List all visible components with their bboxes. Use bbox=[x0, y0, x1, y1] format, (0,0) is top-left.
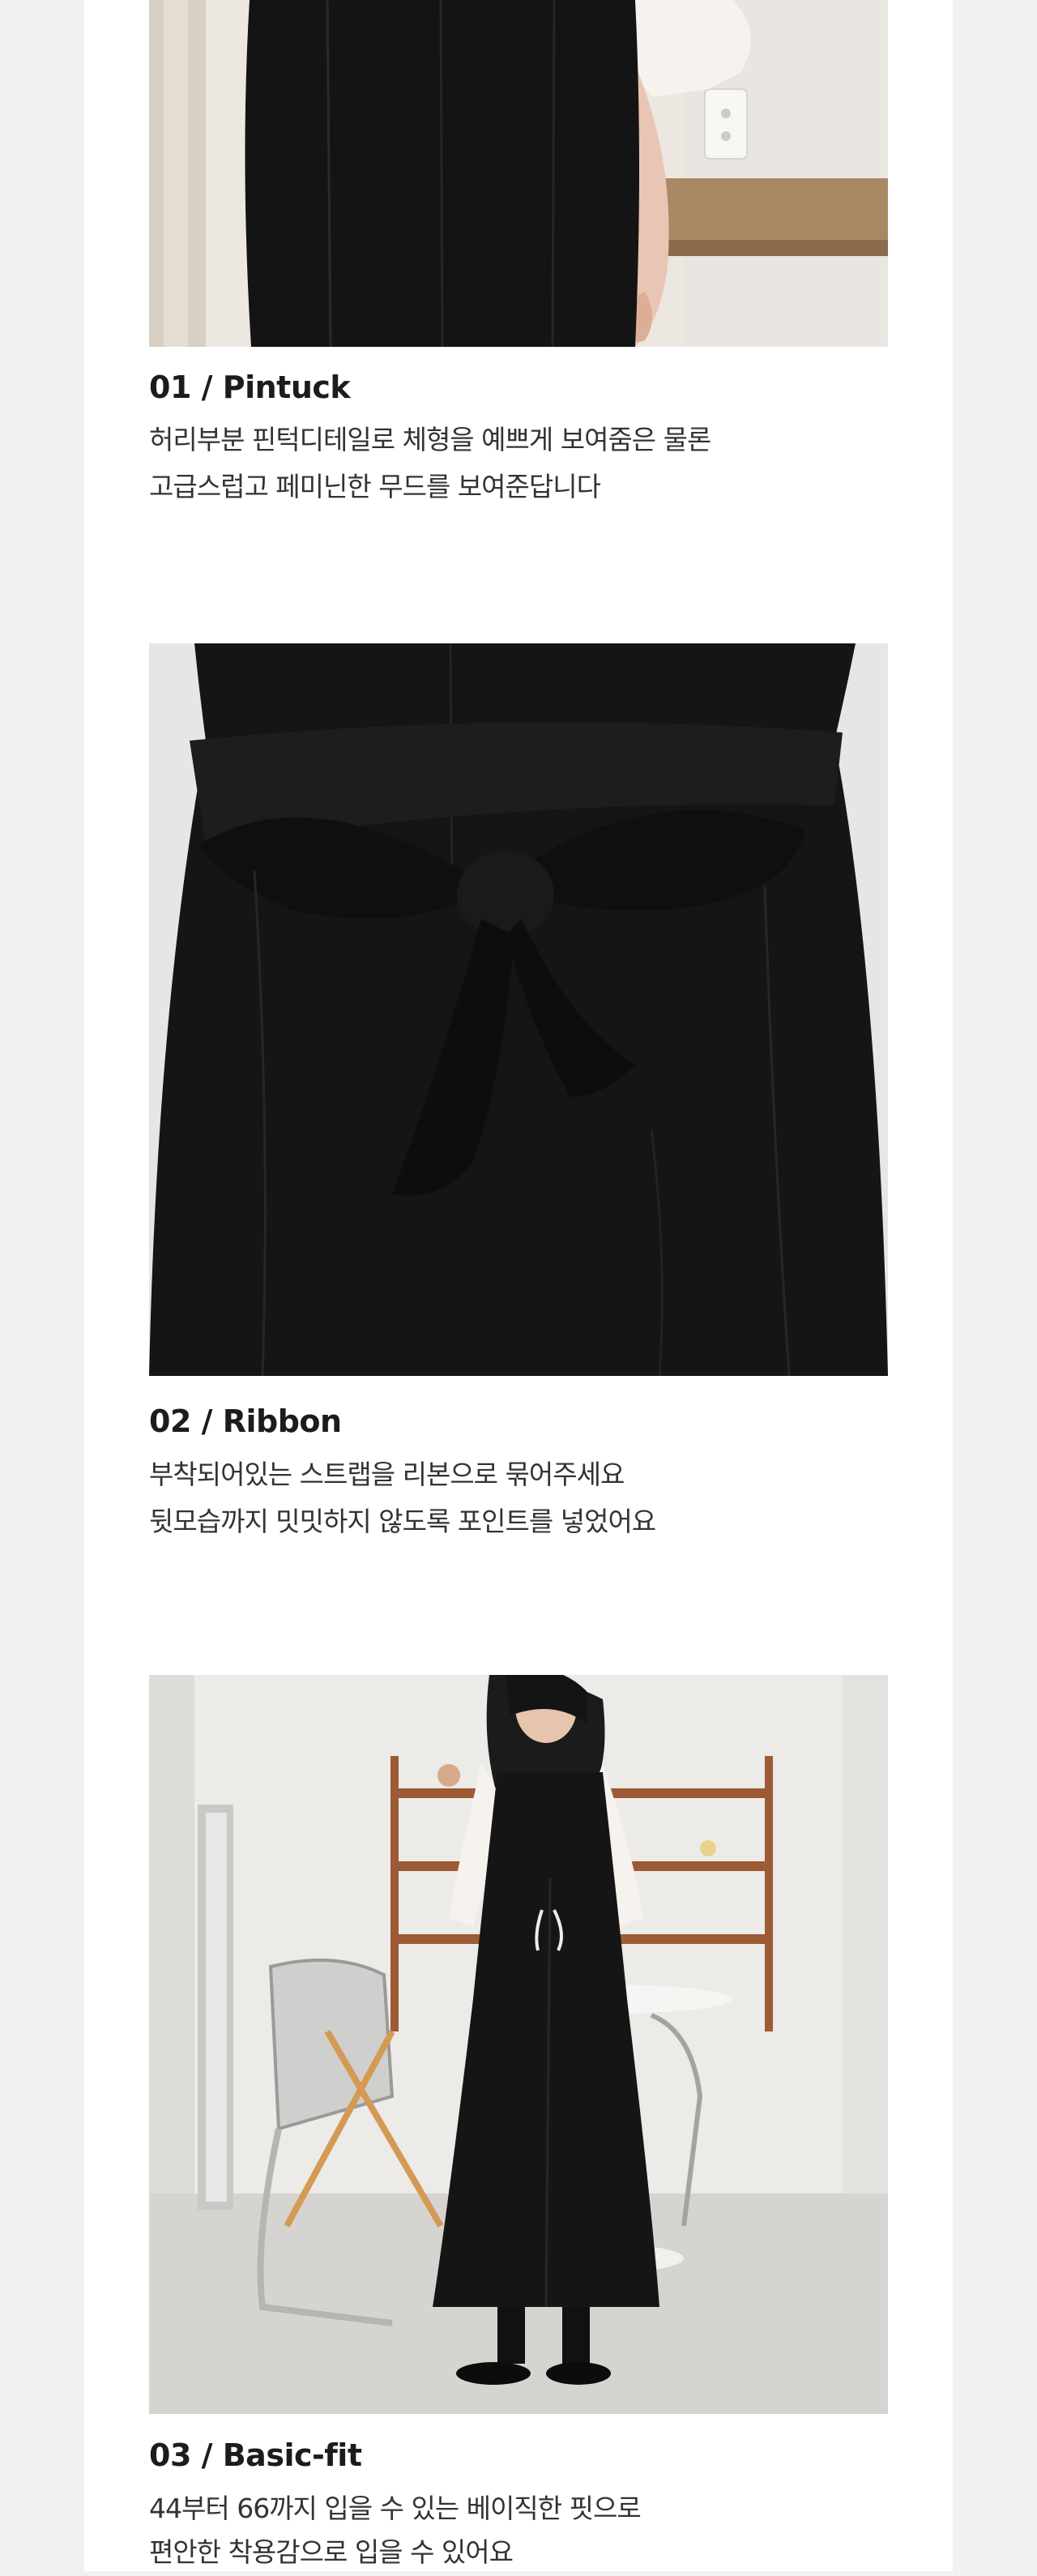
pintuck-detail-photo bbox=[149, 0, 888, 347]
section-2-line-2: 뒷모습까지 밋밋하지 않도록 포인트를 넣었어요 bbox=[149, 1506, 656, 1537]
ribbon-detail-photo bbox=[149, 643, 888, 1376]
section-3-line-2: 편안한 착용감으로 입을 수 있어요 bbox=[149, 2536, 514, 2568]
section-2-line-1: 부착되어있는 스트랩을 리본으로 묶어주세요 bbox=[149, 1459, 625, 1490]
product-detail-content: 01 / Pintuck 허리부분 핀턱디테일로 체형을 예쁘게 보여줌은 물론… bbox=[84, 0, 953, 2571]
section-1-title: 01 / Pintuck bbox=[149, 370, 351, 405]
section-1-line-2: 고급스럽고 페미닌한 무드를 보여준답니다 bbox=[149, 471, 601, 502]
basic-fit-full-photo bbox=[149, 1675, 888, 2414]
section-1-line-1: 허리부분 핀턱디테일로 체형을 예쁘게 보여줌은 물론 bbox=[149, 424, 711, 455]
section-3-line-1: 44부터 66까지 입을 수 있는 베이직한 핏으로 bbox=[149, 2493, 642, 2524]
section-3-title: 03 / Basic-fit bbox=[149, 2437, 362, 2473]
section-2-title: 02 / Ribbon bbox=[149, 1403, 342, 1439]
